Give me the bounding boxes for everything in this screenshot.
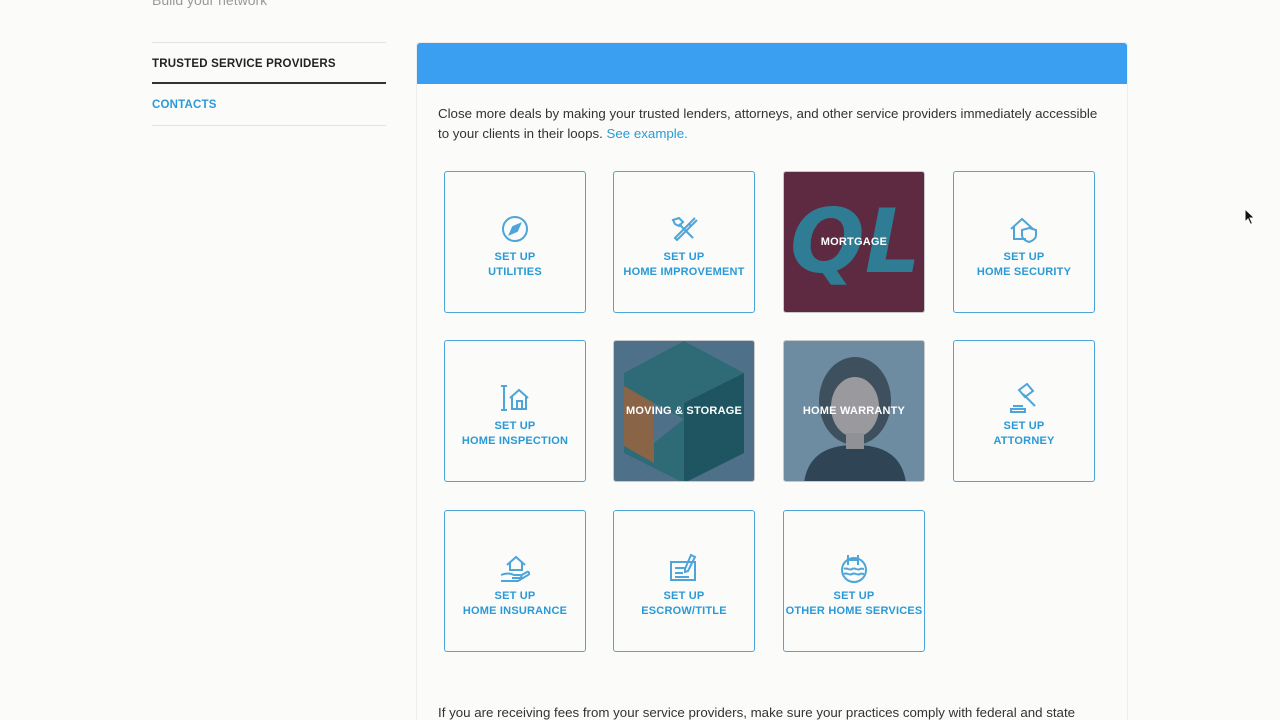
tile-label: HOME WARRANTY (803, 404, 905, 419)
house-measure-icon (498, 381, 532, 415)
tile-label: SET UP OTHER HOME SERVICES (786, 589, 923, 619)
intro-description: Close more deals by making your trusted … (438, 106, 1098, 141)
tile-label-line2: HOME WARRANTY (802, 404, 906, 417)
tile-home-inspection[interactable]: SET UP HOME INSPECTION (444, 340, 586, 482)
see-example-link[interactable]: See example. (607, 126, 688, 141)
tile-label-line1: SET UP (494, 251, 536, 263)
tile-label-line2: ATTORNEY (993, 435, 1055, 447)
tile-label: SET UP HOME INSURANCE (463, 589, 567, 619)
tile-label-line2: HOME SECURITY (976, 266, 1072, 278)
tile-label-line2: HOME INSPECTION (461, 435, 569, 447)
page-subheading: Build your network (152, 0, 268, 8)
tile-label-line1: SET UP (494, 420, 536, 432)
tile-home-insurance[interactable]: SET UP HOME INSURANCE (444, 510, 586, 652)
tile-escrow-title[interactable]: SET UP ESCROW/TITLE (613, 510, 755, 652)
tile-label-line2: ESCROW/TITLE (641, 605, 727, 617)
house-shield-icon (1007, 212, 1041, 246)
tile-label: SET UP ATTORNEY (993, 419, 1054, 449)
tools-icon (667, 212, 701, 246)
tile-label: SET UP HOME INSPECTION (462, 419, 568, 449)
tile-label-line2: UTILITIES (488, 266, 542, 278)
sidebar-nav: TRUSTED SERVICE PROVIDERS CONTACTS (152, 42, 386, 126)
tile-label-line1: SET UP (663, 251, 705, 263)
tile-label: MOVING & STORAGE (626, 404, 742, 419)
tile-label-line2: HOME INSURANCE (462, 605, 568, 617)
tile-label: SET UP UTILITIES (488, 250, 542, 280)
sidebar-item-contacts[interactable]: CONTACTS (152, 84, 386, 126)
gavel-icon (1007, 381, 1041, 415)
tile-home-warranty[interactable]: HOME WARRANTY (783, 340, 925, 482)
tile-home-security[interactable]: SET UP HOME SECURITY (953, 171, 1095, 313)
compliance-note: If you are receiving fees from your serv… (438, 705, 1076, 720)
tile-home-improvement[interactable]: SET UP HOME IMPROVEMENT (613, 171, 755, 313)
tile-label-line1: SET UP (494, 590, 536, 602)
tile-label-line1: SET UP (663, 590, 705, 602)
mouse-cursor-icon (1244, 208, 1256, 226)
tile-label: MORTGAGE (821, 235, 887, 250)
sidebar-item-trusted-service-providers[interactable]: TRUSTED SERVICE PROVIDERS (152, 42, 386, 84)
intro-text: Close more deals by making your trusted … (438, 104, 1098, 144)
panel-header-bar (417, 43, 1127, 84)
tile-other-home-services[interactable]: SET UP OTHER HOME SERVICES (783, 510, 925, 652)
service-providers-panel: Close more deals by making your trusted … (416, 42, 1128, 720)
tile-label-line1: SET UP (833, 590, 875, 602)
tile-label: SET UP HOME SECURITY (977, 250, 1071, 280)
tile-moving-storage[interactable]: MOVING & STORAGE (613, 340, 755, 482)
document-pen-icon (667, 551, 701, 585)
tile-label: SET UP HOME IMPROVEMENT (623, 250, 744, 280)
tile-label-line2: MORTGAGE (820, 235, 888, 248)
tile-label-line1: SET UP (1003, 251, 1045, 263)
tile-label-line1: SET UP (1003, 420, 1045, 432)
tile-label-line2: OTHER HOME SERVICES (785, 605, 923, 617)
tile-mortgage[interactable]: QL MORTGAGE (783, 171, 925, 313)
tile-label-line2: MOVING & STORAGE (625, 404, 743, 417)
pool-icon (837, 551, 871, 585)
tile-label-line2: HOME IMPROVEMENT (623, 266, 745, 278)
tile-label: SET UP ESCROW/TITLE (641, 589, 727, 619)
tile-attorney[interactable]: SET UP ATTORNEY (953, 340, 1095, 482)
compass-icon (498, 212, 532, 246)
hand-house-icon (498, 551, 532, 585)
tile-utilities[interactable]: SET UP UTILITIES (444, 171, 586, 313)
